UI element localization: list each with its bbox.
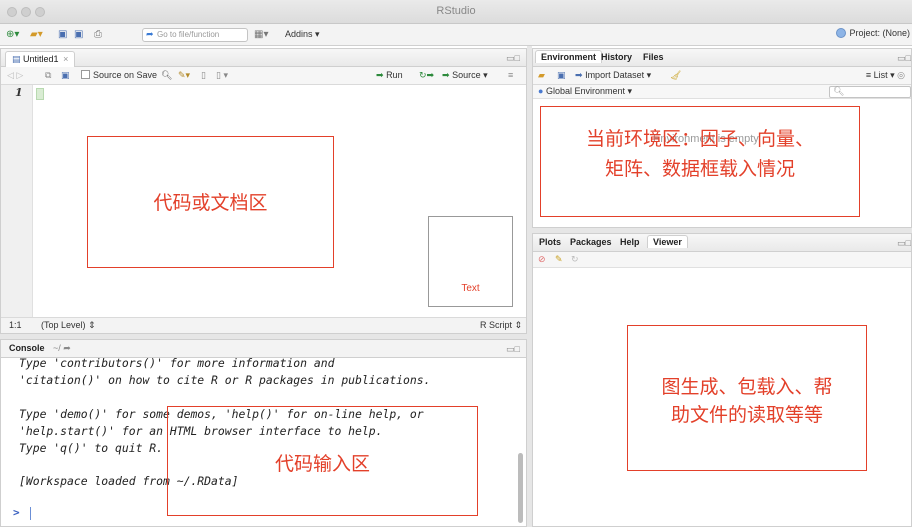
console-prompt: > bbox=[13, 506, 20, 519]
environment-toolbar: ▰ ▣ ➡ Import Dataset ▾ 🧹︎ ≡ List ▾ ◎ bbox=[533, 67, 911, 85]
viewer-maximize-icon[interactable]: ▭□ bbox=[897, 238, 911, 249]
viewer-label-line1: 图生成、包载入、帮 bbox=[661, 377, 833, 398]
viewer-refresh-icon[interactable]: ↻ bbox=[571, 254, 579, 265]
goto-file-input[interactable]: ➦ Go to file/function bbox=[142, 28, 248, 42]
line-gutter: 1 bbox=[1, 85, 33, 317]
run-icon: ➡ bbox=[376, 70, 384, 80]
console-path: ~/ ➦ bbox=[53, 343, 71, 353]
tab-plots[interactable]: Plots bbox=[539, 237, 561, 247]
global-environment-selector[interactable]: ● Global Environment ▾ bbox=[538, 86, 632, 97]
console-line: Type 'contributors()' for more informati… bbox=[19, 356, 335, 370]
console-maximize-icon[interactable]: ▭□ bbox=[506, 344, 520, 355]
tab-label: Untitled1 bbox=[23, 54, 59, 64]
show-in-window-icon[interactable]: ⧉ bbox=[45, 70, 51, 81]
environment-search-input[interactable]: 🔍︎ bbox=[829, 86, 911, 98]
print-icon[interactable]: ⎙ bbox=[94, 29, 102, 41]
r-file-icon: ▤ bbox=[12, 54, 21, 64]
source-toolbar: ◁ ▷ ⧉ ▣ Source on Save 🔍︎ ✎▾ ▯ ▯ ▾ ➡ Run… bbox=[1, 67, 526, 85]
tab-viewer[interactable]: Viewer bbox=[647, 235, 688, 248]
more-options-icon[interactable]: ▯ ▾ bbox=[216, 70, 228, 81]
window-titlebar: RStudio bbox=[0, 0, 912, 24]
project-menu[interactable]: Project: (None) bbox=[836, 28, 910, 38]
text-box-label: Text bbox=[461, 283, 480, 294]
save-file-icon[interactable]: ▣ bbox=[61, 70, 70, 81]
environment-tabstrip: Environment History Files ▭□ bbox=[533, 49, 911, 67]
outline-icon[interactable]: ≡ bbox=[508, 70, 513, 80]
tab-packages[interactable]: Packages bbox=[570, 237, 612, 247]
tab-close-icon[interactable]: × bbox=[63, 54, 68, 64]
code-area-annotation: 代码或文档区 bbox=[87, 136, 334, 268]
grid-layout-icon[interactable]: ▦▾ bbox=[254, 29, 268, 41]
save-all-icon[interactable]: ▣ bbox=[74, 29, 83, 41]
goto-placeholder: Go to file/function bbox=[157, 30, 220, 39]
env-maximize-icon[interactable]: ▭□ bbox=[897, 53, 911, 64]
line-number: 1 bbox=[15, 86, 23, 99]
viewer-toolbar: ⊘ ✎ ↻ bbox=[533, 252, 911, 268]
source-tabstrip: ▤ Untitled1 × ▭□ bbox=[1, 49, 526, 67]
viewer-tabstrip: Plots Packages Help Viewer ▭□ bbox=[533, 234, 911, 252]
console-line: 'citation()' on how to cite R or R packa… bbox=[19, 373, 431, 387]
viewer-label-line2: 助文件的读取等等 bbox=[670, 405, 823, 426]
code-area-label: 代码或文档区 bbox=[153, 193, 268, 214]
environment-label-line2: 矩阵、数据框载入情况 bbox=[604, 159, 795, 180]
scope-selector[interactable]: (Top Level) ⇕ bbox=[41, 320, 96, 331]
editor-cursor[interactable] bbox=[36, 88, 44, 100]
addins-menu[interactable]: Addins ▾ bbox=[285, 29, 320, 40]
code-tools-icon[interactable]: ✎▾ bbox=[178, 70, 190, 81]
save-workspace-icon[interactable]: ▣ bbox=[557, 70, 566, 81]
console-scrollbar[interactable] bbox=[518, 453, 523, 523]
viewer-clear-all-icon[interactable]: ✎ bbox=[555, 254, 563, 265]
goto-arrow-icon: ➦ bbox=[146, 29, 154, 39]
tab-untitled1[interactable]: ▤ Untitled1 × bbox=[5, 51, 76, 67]
text-box: Text bbox=[428, 216, 513, 307]
import-dataset-button[interactable]: ➡ Import Dataset ▾ bbox=[575, 70, 651, 81]
save-icon[interactable]: ▣ bbox=[58, 29, 67, 41]
back-forward-icon[interactable]: ◁ ▷ bbox=[7, 70, 23, 81]
source-statusbar: 1:1 (Top Level) ⇕ R Script ⇕ bbox=[1, 317, 526, 333]
tab-files[interactable]: Files bbox=[643, 52, 664, 62]
environment-annotation: 当前环境区：因子、向量、 矩阵、数据框载入情况 bbox=[540, 106, 860, 217]
scope-bar: ● Global Environment ▾ 🔍︎ bbox=[533, 85, 911, 99]
rerun-icon[interactable]: ↻➡ bbox=[419, 70, 434, 81]
viewer-annotation: 图生成、包载入、帮 助文件的读取等等 bbox=[627, 325, 867, 471]
console-line: Type 'q()' to quit R. bbox=[19, 441, 164, 455]
clear-viewer-icon[interactable]: ⊘ bbox=[538, 254, 546, 265]
cursor-position: 1:1 bbox=[9, 320, 22, 330]
tab-history[interactable]: History bbox=[601, 52, 632, 62]
search-icon: 🔍︎ bbox=[833, 86, 845, 96]
tab-environment[interactable]: Environment bbox=[535, 50, 603, 63]
console-input[interactable] bbox=[30, 507, 31, 520]
filetype-selector[interactable]: R Script ⇕ bbox=[480, 320, 522, 331]
console-area-label: 代码输入区 bbox=[274, 454, 370, 475]
maximize-pane-icon[interactable]: ▭□ bbox=[506, 53, 520, 64]
list-view-button[interactable]: ≡ List ▾ ◎ bbox=[866, 70, 905, 81]
source-on-save-checkbox[interactable]: Source on Save bbox=[81, 70, 157, 80]
console-area-annotation: 代码输入区 bbox=[167, 406, 478, 516]
console-title[interactable]: Console bbox=[9, 343, 45, 353]
window-title: RStudio bbox=[436, 5, 476, 17]
tab-help[interactable]: Help bbox=[620, 237, 640, 247]
load-workspace-icon[interactable]: ▰ bbox=[538, 70, 545, 81]
main-toolbar: ⊕▾ ▰▾ ▣ ▣ ⎙ ➦ Go to file/function ▦▾ Add… bbox=[0, 24, 912, 46]
compile-report-icon[interactable]: ▯ bbox=[201, 70, 206, 81]
open-project-icon[interactable]: ▰▾ bbox=[30, 29, 43, 41]
environment-label-line1: 当前环境区：因子、向量、 bbox=[585, 129, 814, 150]
source-button[interactable]: ➡ Source ▾ bbox=[442, 70, 488, 81]
clear-workspace-icon[interactable]: 🧹︎ bbox=[670, 70, 681, 81]
new-file-icon[interactable]: ⊕▾ bbox=[6, 29, 19, 41]
project-icon bbox=[836, 28, 847, 38]
run-button[interactable]: ➡ Run bbox=[376, 70, 403, 81]
find-icon[interactable]: 🔍︎ bbox=[161, 70, 172, 81]
